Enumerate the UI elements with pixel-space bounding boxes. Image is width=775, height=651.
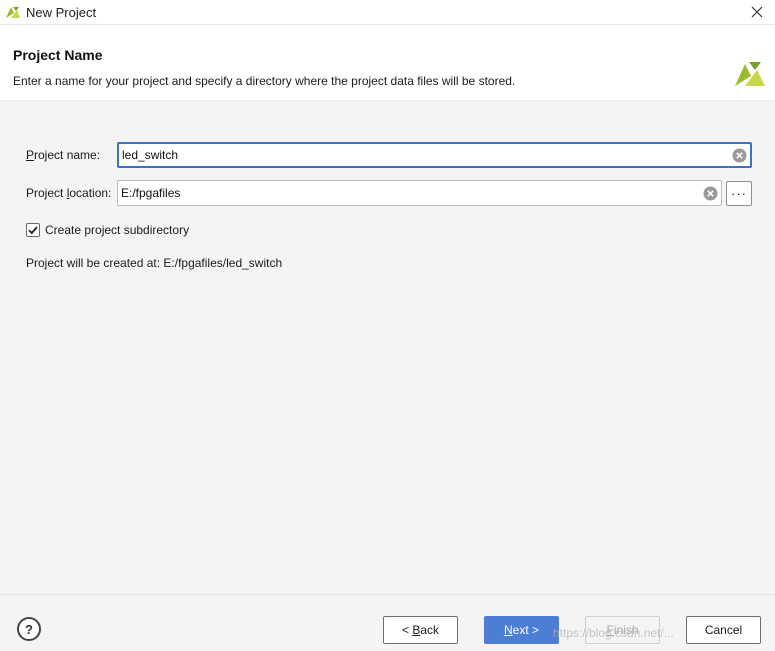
cancel-button[interactable]: Cancel bbox=[686, 616, 761, 644]
project-name-input[interactable] bbox=[122, 144, 725, 166]
project-location-input[interactable] bbox=[121, 181, 696, 205]
title-bar: New Project bbox=[0, 0, 775, 25]
wizard-header: Project Name Enter a name for your proje… bbox=[0, 26, 775, 100]
next-button[interactable]: Next > bbox=[484, 616, 559, 644]
help-button[interactable]: ? bbox=[17, 617, 41, 641]
clear-icon[interactable] bbox=[703, 186, 718, 201]
clear-icon[interactable] bbox=[732, 148, 747, 163]
vivado-logo-icon bbox=[735, 62, 765, 86]
window-title: New Project bbox=[26, 5, 97, 20]
project-created-at-text: Project will be created at: E:/fpgafiles… bbox=[26, 256, 283, 270]
project-name-label: Project name: bbox=[26, 148, 101, 162]
browse-button[interactable]: ··· bbox=[726, 181, 752, 206]
close-button[interactable] bbox=[747, 2, 767, 22]
back-button[interactable]: < Back bbox=[383, 616, 458, 644]
project-location-field[interactable] bbox=[117, 180, 722, 206]
page-title: Project Name bbox=[13, 47, 103, 63]
close-icon bbox=[751, 6, 763, 18]
create-subdirectory-label[interactable]: Create project subdirectory bbox=[45, 223, 189, 237]
checkmark-icon bbox=[28, 226, 38, 235]
page-description: Enter a name for your project and specif… bbox=[13, 74, 516, 88]
wizard-footer: ? < Back Next > Finish Cancel https://bl… bbox=[0, 594, 775, 651]
help-icon: ? bbox=[25, 621, 33, 637]
finish-button: Finish bbox=[585, 616, 660, 644]
project-location-label: Project location: bbox=[26, 186, 112, 200]
vivado-logo-icon bbox=[6, 7, 20, 18]
create-subdirectory-checkbox[interactable] bbox=[26, 223, 40, 237]
wizard-content bbox=[0, 100, 775, 594]
project-name-field[interactable] bbox=[117, 142, 752, 168]
